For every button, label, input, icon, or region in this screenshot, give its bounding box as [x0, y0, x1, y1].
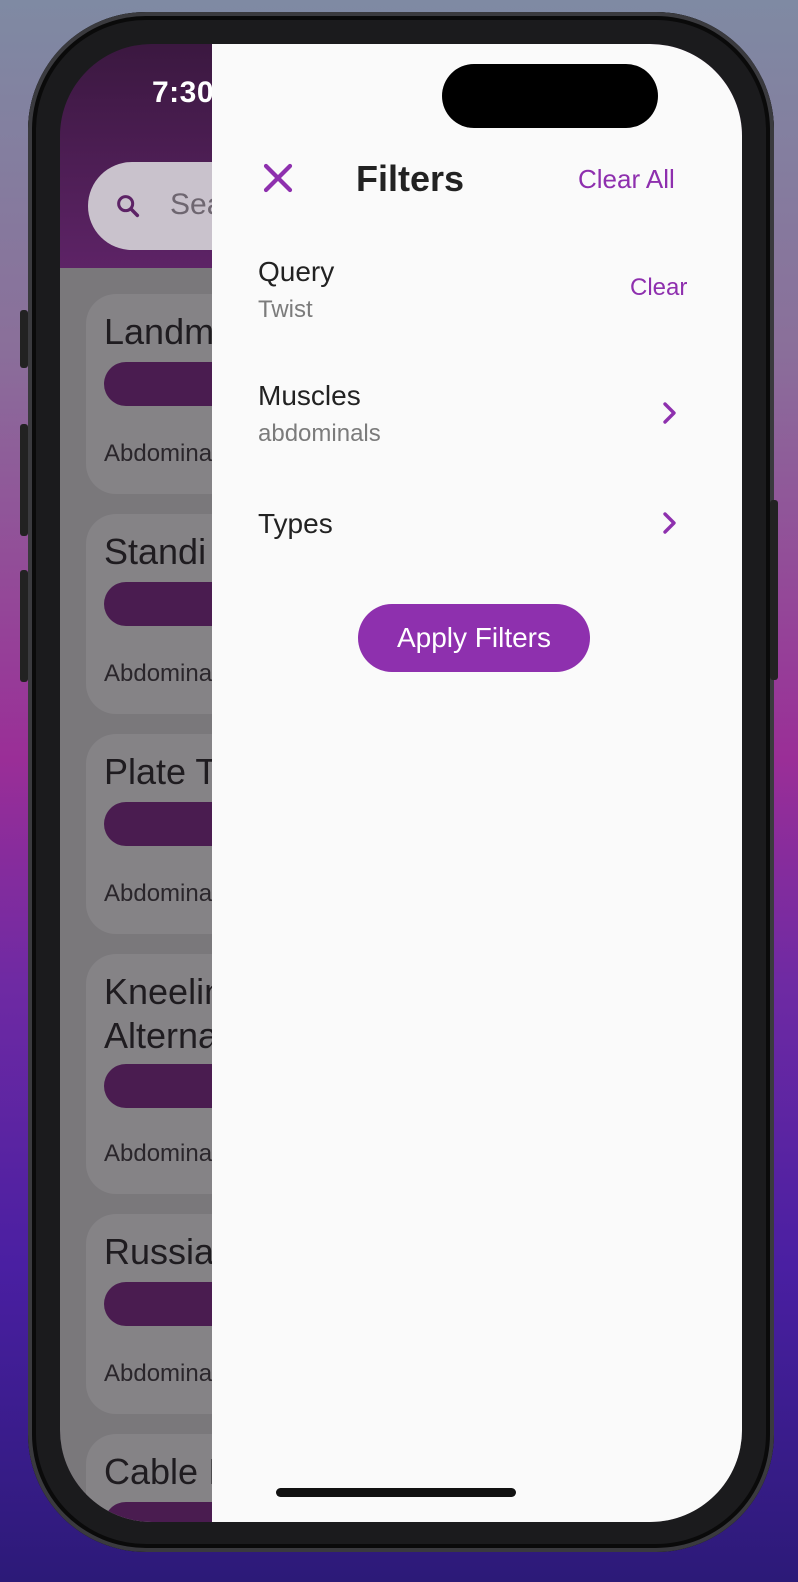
chevron-right-icon[interactable]	[660, 510, 680, 536]
dynamic-island	[442, 64, 658, 128]
exercise-title: Standi	[104, 531, 207, 572]
status-time: 7:30	[152, 76, 215, 109]
exercise-title: Kneelin Alterna	[104, 971, 225, 1056]
exercise-muscle: Abdomina	[104, 660, 213, 687]
volume-up-button	[20, 424, 28, 536]
query-value: Twist	[258, 296, 313, 323]
power-button	[770, 500, 778, 680]
muscles-value: abdominals	[258, 420, 381, 447]
apply-filters-button[interactable]: Apply Filters	[358, 604, 590, 672]
home-indicator[interactable]	[276, 1488, 516, 1497]
exercise-title: Plate T	[104, 751, 218, 792]
search-icon	[117, 195, 140, 218]
exercise-muscle: Abdomina	[104, 880, 213, 907]
drawer-title: Filters	[355, 158, 465, 199]
exercise-title: Landm	[104, 311, 215, 352]
filters-drawer: Filters Clear All Query Twist Clear Musc…	[212, 44, 742, 1522]
query-clear-button[interactable]: Clear	[630, 274, 687, 302]
volume-down-button	[20, 570, 28, 682]
exercise-title: Cable I	[104, 1451, 219, 1492]
exercise-muscle: Abdomina	[104, 440, 213, 467]
screen: 7:30 Search Landm Abdomina Standi Abdomi…	[60, 44, 742, 1522]
types-label: Types	[258, 508, 333, 539]
exercise-muscle: Abdomina	[104, 1140, 213, 1167]
exercise-title: Russia	[104, 1231, 215, 1272]
clear-all-button[interactable]: Clear All	[578, 164, 675, 195]
query-label: Query	[258, 256, 335, 287]
exercise-muscle: Abdomina	[104, 1360, 213, 1387]
action-button	[20, 310, 28, 368]
chevron-right-icon[interactable]	[660, 400, 680, 426]
muscles-label: Muscles	[258, 380, 361, 411]
